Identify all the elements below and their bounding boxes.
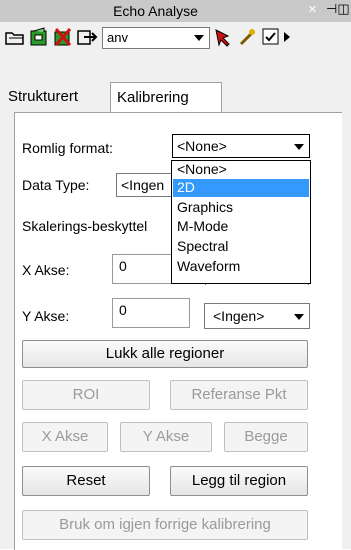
x-akse-button[interactable]: X Akse [22, 422, 108, 452]
toolbar: anv [0, 22, 351, 54]
chevron-down-icon [294, 314, 304, 320]
green-save-icon[interactable] [28, 26, 50, 48]
chevron-down-icon [294, 144, 304, 150]
tab-kalibrering-label: Kalibrering [117, 89, 189, 106]
red-pointer-icon[interactable] [212, 26, 234, 48]
dropdown-option-waveform[interactable]: Waveform [173, 258, 309, 276]
tab-strukturert-label: Strukturert [8, 88, 79, 105]
tab-strip: Strukturert Kalibrering [0, 54, 351, 114]
y-unit-select[interactable]: <Ingen> [204, 303, 310, 329]
pin-icon[interactable]: ⊣◫ [326, 1, 350, 17]
dropdown-option-graphics[interactable]: Graphics [173, 199, 309, 217]
export-icon[interactable] [76, 26, 98, 48]
data-type-label: Data Type: [22, 177, 90, 193]
dropdown-option-none[interactable]: <None> [173, 161, 309, 179]
chevron-down-icon [194, 35, 204, 41]
y-akse-label: Y Akse: [22, 308, 70, 324]
dropdown-option-2d[interactable]: 2D [173, 179, 309, 197]
bruk-om-igjen-button[interactable]: Bruk om igjen forrige kalibrering [22, 510, 308, 540]
begge-button[interactable]: Begge [224, 422, 308, 452]
echo-analyse-panel: Echo Analyse × ⊣◫ anv Strukturert Kalibr… [0, 0, 351, 550]
legg-til-region-button[interactable]: Legg til region [170, 466, 308, 496]
title-bar: Echo Analyse × ⊣◫ [0, 0, 351, 23]
y-akse-button[interactable]: Y Akse [120, 422, 212, 452]
romlig-format-label: Romlig format: [22, 140, 114, 156]
tab-strukturert[interactable]: Strukturert [2, 84, 110, 110]
overflow-arrow-icon[interactable] [282, 26, 292, 48]
y-unit-value: <Ingen> [213, 308, 265, 324]
roi-button[interactable]: ROI [22, 380, 150, 410]
x-akse-label: X Akse: [22, 262, 70, 278]
wand-icon[interactable] [236, 26, 258, 48]
tab-kalibrering[interactable]: Kalibrering [110, 82, 222, 114]
referanse-pkt-button[interactable]: Referanse Pkt [170, 380, 308, 410]
x-akse-value: 0 [119, 258, 127, 274]
dropdown-option-m-mode[interactable]: M-Mode [173, 218, 309, 236]
romlig-format-select[interactable]: <None> [172, 134, 310, 158]
toolbar-combo-value: anv [107, 30, 128, 45]
reset-button[interactable]: Reset [22, 466, 150, 496]
data-type-select[interactable]: <Ingen [116, 173, 176, 197]
toolbar-combo[interactable]: anv [102, 27, 210, 49]
lukk-alle-regioner-button[interactable]: Lukk alle regioner [22, 340, 308, 368]
y-akse-value: 0 [119, 302, 127, 318]
window-title: Echo Analyse [113, 3, 198, 19]
y-akse-input[interactable]: 0 [112, 298, 190, 328]
skalering-label: Skalerings-beskyttel [22, 218, 148, 234]
dropdown-option-spectral[interactable]: Spectral [173, 238, 309, 256]
open-folder-icon[interactable] [4, 26, 26, 48]
close-icon[interactable]: × [308, 1, 317, 18]
romlig-format-dropdown: <None> 2D Graphics M-Mode Spectral Wavef… [171, 160, 311, 284]
checkbox-icon[interactable] [260, 26, 282, 48]
x-akse-input[interactable]: 0 [112, 254, 172, 284]
romlig-format-value: <None> [177, 138, 227, 154]
red-delete-icon[interactable] [52, 26, 74, 48]
data-type-value: <Ingen [121, 177, 165, 193]
